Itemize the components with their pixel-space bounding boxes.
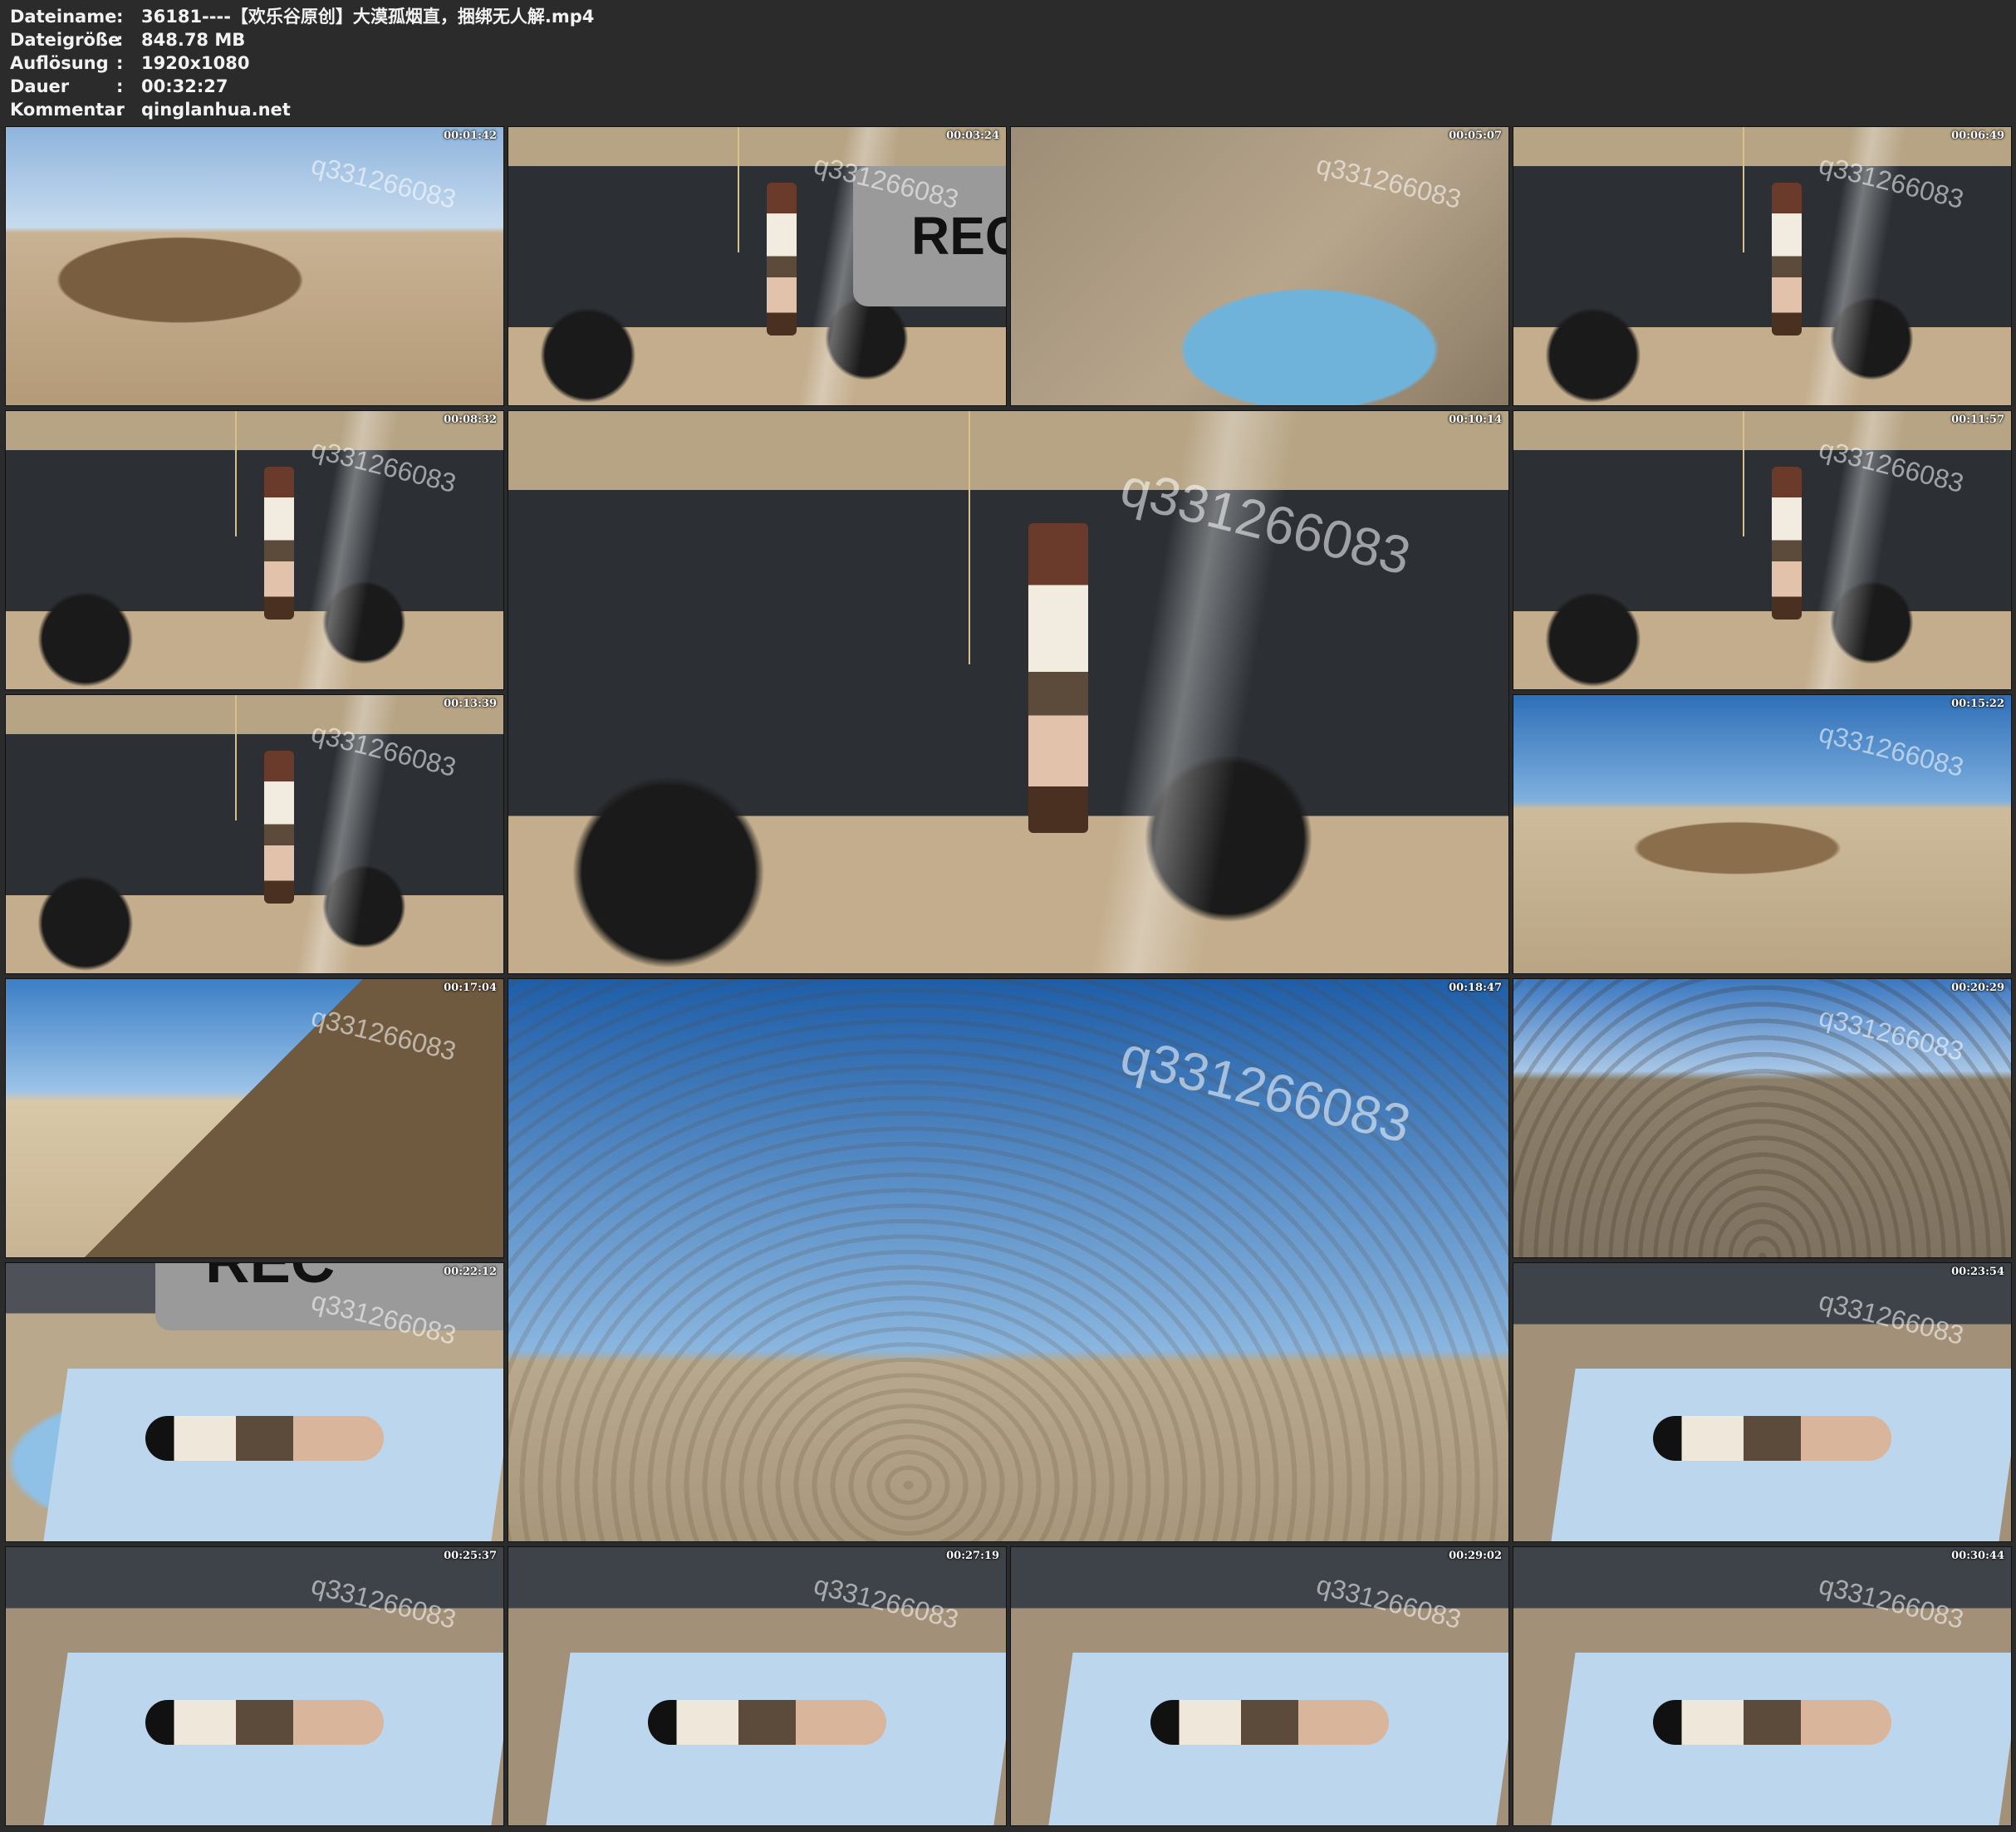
thumbnail-image: [1513, 979, 2011, 1257]
thumbnail-frame: q331266083 00:13:39: [5, 694, 504, 974]
thumbnail-image: [1513, 127, 2011, 405]
meta-label: Dauer: [10, 76, 70, 96]
thumbnail-image: [6, 695, 503, 973]
timestamp-label: 00:22:12: [444, 1266, 497, 1278]
timestamp-label: 00:06:49: [1951, 130, 2004, 142]
rope-graphic: [234, 695, 237, 820]
person-graphic: [264, 467, 295, 620]
meta-separator: :: [116, 53, 124, 73]
thumbnail-frame: q331266083 00:25:37: [5, 1546, 504, 1826]
thumbnail-frame: q331266083 00:30:44: [1513, 1546, 2012, 1826]
person-graphic: [1150, 1700, 1390, 1745]
person-graphic: [1652, 1700, 1892, 1745]
thumbnail-image: [6, 411, 503, 689]
meta-separator: :: [116, 7, 124, 27]
person-graphic: [1652, 1416, 1892, 1461]
meta-separator: :: [116, 76, 124, 96]
thumbnail-frame: q331266083 00:18:47: [508, 978, 1509, 1542]
rope-graphic: [1742, 411, 1744, 536]
thumbnail-frame: q331266083 00:15:22: [1513, 694, 2012, 974]
thumbnail-frame: q331266083 00:05:07: [1010, 126, 1509, 406]
thumbnail-frame: q331266083 00:11:57: [1513, 410, 2012, 690]
timestamp-label: 00:15:22: [1951, 698, 2004, 710]
person-graphic: [1772, 467, 1803, 620]
thumbnail-image: [6, 979, 503, 1257]
thumbnail-frame: q331266083 00:29:02: [1010, 1546, 1509, 1826]
meta-label: Dateiname: [10, 7, 117, 27]
meta-label: Auflösung: [10, 53, 109, 73]
person-graphic: [264, 751, 295, 904]
person-graphic: [647, 1700, 887, 1745]
thumbnail-image: [508, 979, 1508, 1541]
thumbnail-frame: RECq33126608300:03:24: [508, 126, 1007, 406]
timestamp-label: 00:05:07: [1449, 130, 1502, 142]
timestamp-label: 00:30:44: [1951, 1550, 2004, 1562]
meta-row-comment: Kommentar : qinglanhua.net: [10, 98, 594, 121]
rope-graphic: [968, 411, 970, 664]
timestamp-label: 00:27:19: [946, 1550, 999, 1562]
thumbnail-frame: q331266083 00:20:29: [1513, 978, 2012, 1258]
meta-row-filename: Dateiname : 36181----【欢乐谷原创】大漠孤烟直，捆绑无人解.…: [10, 5, 594, 28]
timestamp-label: 00:08:32: [444, 414, 497, 426]
timestamp-label: 00:01:42: [444, 130, 497, 142]
rope-graphic: [737, 127, 739, 252]
timestamp-label: 00:11:57: [1951, 414, 2004, 426]
person-graphic: [1028, 523, 1089, 833]
thumbnail-image: [1011, 127, 1508, 405]
meta-value-filename: 36181----【欢乐谷原创】大漠孤烟直，捆绑无人解.mp4: [141, 7, 595, 27]
meta-label: Kommentar: [10, 100, 125, 120]
timestamp-label: 00:18:47: [1449, 982, 1502, 994]
file-info-header: Dateiname : 36181----【欢乐谷原创】大漠孤烟直，捆绑无人解.…: [10, 5, 594, 121]
timestamp-label: 00:25:37: [444, 1550, 497, 1562]
timestamp-label: 00:17:04: [444, 982, 497, 994]
timestamp-label: 00:29:02: [1449, 1550, 1502, 1562]
person-graphic: [1772, 183, 1803, 336]
meta-separator: :: [116, 100, 124, 120]
thumbnail-frame: q331266083 00:01:42: [5, 126, 504, 406]
thumbnail-frame: q331266083 00:17:04: [5, 978, 504, 1258]
meta-label: Dateigröße: [10, 30, 120, 50]
timestamp-label: 00:23:54: [1951, 1266, 2004, 1278]
thumbnail-image: [6, 127, 503, 405]
thumbnail-frame: RECq33126608300:22:12: [5, 1262, 504, 1542]
meta-value-resolution: 1920x1080: [141, 53, 250, 73]
meta-value-filesize: 848.78 MB: [141, 30, 246, 50]
meta-row-duration: Dauer : 00:32:27: [10, 75, 594, 98]
thumbnail-image: [1513, 695, 2011, 973]
timestamp-label: 00:20:29: [1951, 982, 2004, 994]
rope-graphic: [1742, 127, 1744, 252]
meta-row-filesize: Dateigröße : 848.78 MB: [10, 28, 594, 51]
thumbnail-frame: q331266083 00:08:32: [5, 410, 504, 690]
person-graphic: [145, 1700, 385, 1745]
thumbnail-image: [1513, 411, 2011, 689]
rope-graphic: [234, 411, 237, 536]
meta-row-resolution: Auflösung : 1920x1080: [10, 51, 594, 75]
thumbnail-image: [508, 411, 1508, 973]
meta-value-duration: 00:32:27: [141, 76, 228, 96]
meta-separator: :: [116, 30, 124, 50]
person-graphic: [145, 1416, 385, 1461]
timestamp-label: 00:03:24: [946, 130, 999, 142]
person-graphic: [767, 183, 797, 336]
thumbnail-frame: q331266083 00:23:54: [1513, 1262, 2012, 1542]
meta-value-comment: qinglanhua.net: [141, 100, 291, 120]
thumbnail-frame: q331266083 00:10:14: [508, 410, 1509, 974]
timestamp-label: 00:10:14: [1449, 414, 1502, 426]
thumbnail-frame: q331266083 00:06:49: [1513, 126, 2012, 406]
timestamp-label: 00:13:39: [444, 698, 497, 710]
thumbnail-frame: q331266083 00:27:19: [508, 1546, 1007, 1826]
